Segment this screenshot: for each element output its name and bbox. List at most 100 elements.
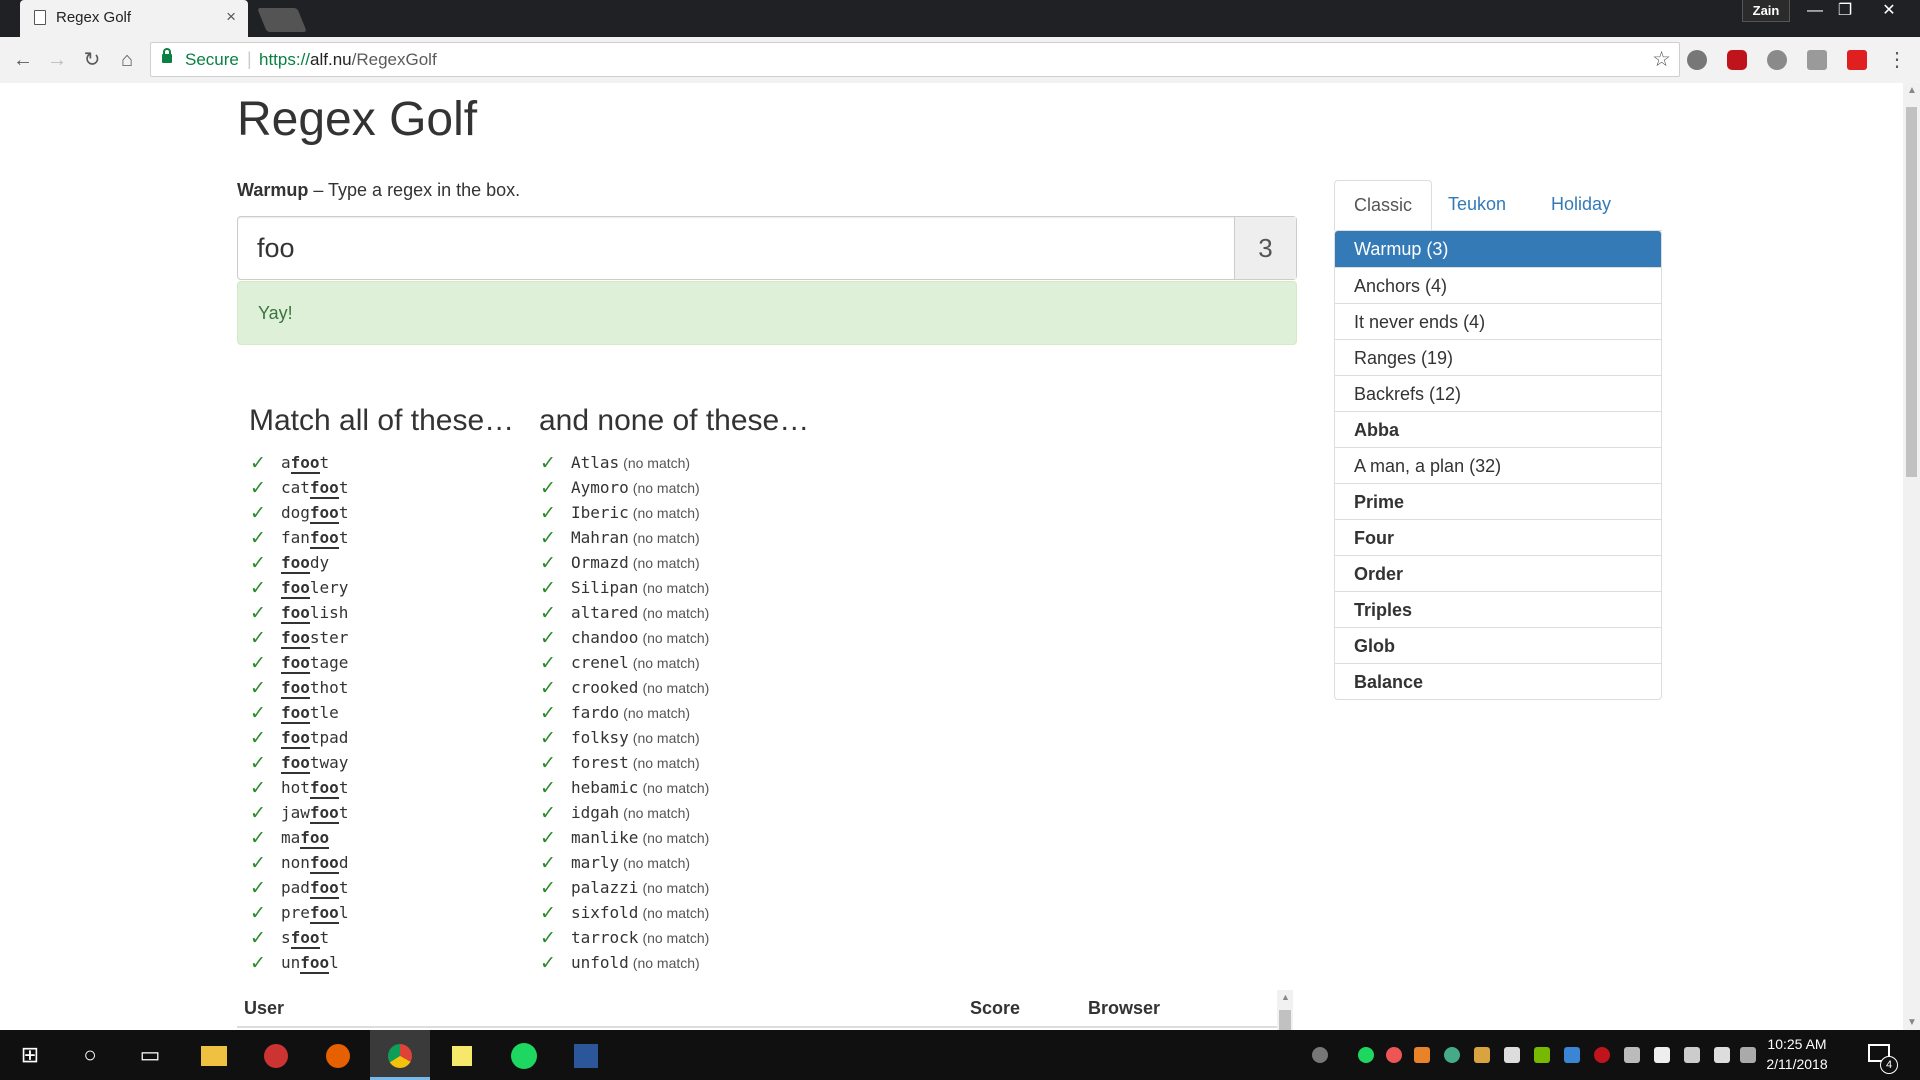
wifi-network-icon[interactable]: [1714, 1047, 1730, 1063]
level-list: Warmup (3) Anchors (4) It never ends (4) Ra…: [1334, 230, 1662, 700]
restore-button[interactable]: ❐: [1826, 0, 1864, 22]
document-tray-icon[interactable]: [1474, 1047, 1490, 1063]
checkmark-icon: ✓: [540, 553, 556, 574]
ublock-icon[interactable]: [1727, 50, 1747, 70]
level-item[interactable]: Glob: [1335, 627, 1661, 663]
nomatch-word: Atlas (no match): [571, 453, 690, 472]
word-icon[interactable]: [556, 1030, 616, 1080]
profile-button[interactable]: Zain: [1742, 0, 1790, 22]
scroll-up-icon[interactable]: ▲: [1281, 992, 1290, 1002]
matched-highlight: foo: [309, 478, 339, 499]
level-item[interactable]: Ranges (19): [1335, 339, 1661, 375]
level-item[interactable]: A man, a plan (32): [1335, 447, 1661, 483]
browser-tab[interactable]: Regex Golf ×: [20, 0, 248, 37]
success-alert: Yay!: [237, 281, 1297, 345]
scroll-thumb[interactable]: [1279, 1010, 1291, 1030]
word-prefix: fan: [281, 528, 310, 547]
home-icon[interactable]: ⌂: [114, 47, 140, 73]
word-text: crenel: [571, 653, 629, 672]
search-circle-icon[interactable]: ○: [60, 1030, 120, 1080]
scroll-down-icon[interactable]: ▼: [1907, 1017, 1917, 1028]
matched-highlight: foo: [281, 578, 310, 599]
battery-icon[interactable]: [1684, 1047, 1700, 1063]
no-match-label: (no match): [623, 855, 691, 871]
checkmark-icon: ✓: [250, 778, 266, 799]
checkmark-icon: ✓: [540, 753, 556, 774]
windows-start-icon[interactable]: ⊞: [0, 1030, 60, 1080]
task-view-icon[interactable]: ▭: [120, 1030, 180, 1080]
address-bar[interactable]: Secure | https://alf.nu/RegexGolf ☆: [150, 42, 1680, 77]
display-tray-icon[interactable]: [1564, 1047, 1580, 1063]
match-word: sfoot: [281, 928, 329, 949]
paint-app-icon[interactable]: [246, 1030, 306, 1080]
spotify-icon[interactable]: [494, 1030, 554, 1080]
level-item[interactable]: Four: [1335, 519, 1661, 555]
checkmark-icon: ✓: [540, 503, 556, 524]
usb-icon[interactable]: [1624, 1047, 1640, 1063]
word-text: idgah: [571, 803, 620, 822]
match-word: foothot: [281, 678, 348, 699]
word-suffix: t: [338, 478, 349, 497]
level-item[interactable]: Balance: [1335, 663, 1661, 699]
checkmark-icon: ✓: [540, 853, 556, 874]
checkmark-icon: ✓: [250, 728, 266, 749]
tab-holiday[interactable]: Holiday: [1532, 180, 1630, 230]
chrome-taskbar-icon[interactable]: [370, 1030, 430, 1080]
level-item[interactable]: Prime: [1335, 483, 1661, 519]
media-tray-icon[interactable]: [1386, 1047, 1402, 1063]
leaderboard-scrollbar[interactable]: ▲: [1277, 990, 1293, 1030]
reload-icon[interactable]: ↻: [79, 47, 105, 73]
forward-arrow-icon[interactable]: →: [44, 47, 70, 73]
nvidia-icon[interactable]: [1534, 1047, 1550, 1063]
tab-close-icon[interactable]: ×: [226, 7, 236, 27]
new-tab-button[interactable]: [257, 8, 307, 32]
level-item[interactable]: Anchors (4): [1335, 267, 1661, 303]
word-suffix: t: [338, 503, 349, 522]
word-suffix: t: [338, 528, 349, 547]
checkmark-icon: ✓: [540, 653, 556, 674]
beats-icon[interactable]: [1594, 1047, 1610, 1063]
app-tray-icon[interactable]: [1414, 1047, 1430, 1063]
word-suffix: t: [338, 878, 349, 897]
menu-dots-icon[interactable]: ⋮: [1884, 47, 1910, 73]
no-match-label: (no match): [623, 455, 691, 471]
people-icon[interactable]: [1312, 1047, 1328, 1063]
url-text[interactable]: https://alf.nu/RegexGolf: [259, 50, 437, 70]
network-device-icon[interactable]: [1504, 1047, 1520, 1063]
system-clock[interactable]: 10:25 AM 2/11/2018: [1752, 1034, 1842, 1074]
sticky-notes-icon[interactable]: [432, 1030, 492, 1080]
matched-highlight: foo: [281, 653, 310, 674]
level-item[interactable]: Abba: [1335, 411, 1661, 447]
level-item[interactable]: Order: [1335, 555, 1661, 591]
level-item[interactable]: Warmup (3): [1335, 231, 1661, 267]
bookmark-star-icon[interactable]: ☆: [1652, 47, 1671, 72]
firefox-icon[interactable]: [308, 1030, 368, 1080]
tab-teukon[interactable]: Teukon: [1429, 180, 1525, 230]
url-separator: |: [247, 49, 252, 69]
secure-label: Secure: [185, 50, 239, 69]
scroll-up-icon[interactable]: ▲: [1907, 85, 1917, 96]
level-item[interactable]: Backrefs (12): [1335, 375, 1661, 411]
level-item[interactable]: It never ends (4): [1335, 303, 1661, 339]
extension-cloud-icon[interactable]: [1687, 50, 1707, 70]
checkmark-icon: ✓: [250, 603, 266, 624]
no-match-label: (no match): [642, 905, 710, 921]
level-item[interactable]: Triples: [1335, 591, 1661, 627]
page-scroll-thumb[interactable]: [1906, 107, 1917, 477]
browser-titlebar: Regex Golf × Zain — ❐ ✕: [0, 0, 1920, 37]
word-text: Iberic: [571, 503, 629, 522]
regex-input[interactable]: [238, 217, 1235, 279]
close-window-button[interactable]: ✕: [1870, 0, 1908, 22]
matched-highlight: foo: [309, 853, 339, 874]
flag-extension-icon[interactable]: [1847, 50, 1867, 70]
spotify-tray-icon[interactable]: [1358, 1047, 1374, 1063]
back-arrow-icon[interactable]: ←: [10, 47, 36, 73]
page-scrollbar[interactable]: ▲ ▼: [1903, 83, 1920, 1030]
tab-classic[interactable]: Classic: [1334, 180, 1433, 231]
play-extension-icon[interactable]: [1807, 50, 1827, 70]
security-shield-icon[interactable]: [1654, 1047, 1670, 1063]
chrome-tray-icon[interactable]: [1444, 1047, 1460, 1063]
file-explorer-icon[interactable]: [184, 1030, 244, 1080]
checkmark-icon: ✓: [250, 928, 266, 949]
globe-extension-icon[interactable]: [1767, 50, 1787, 70]
